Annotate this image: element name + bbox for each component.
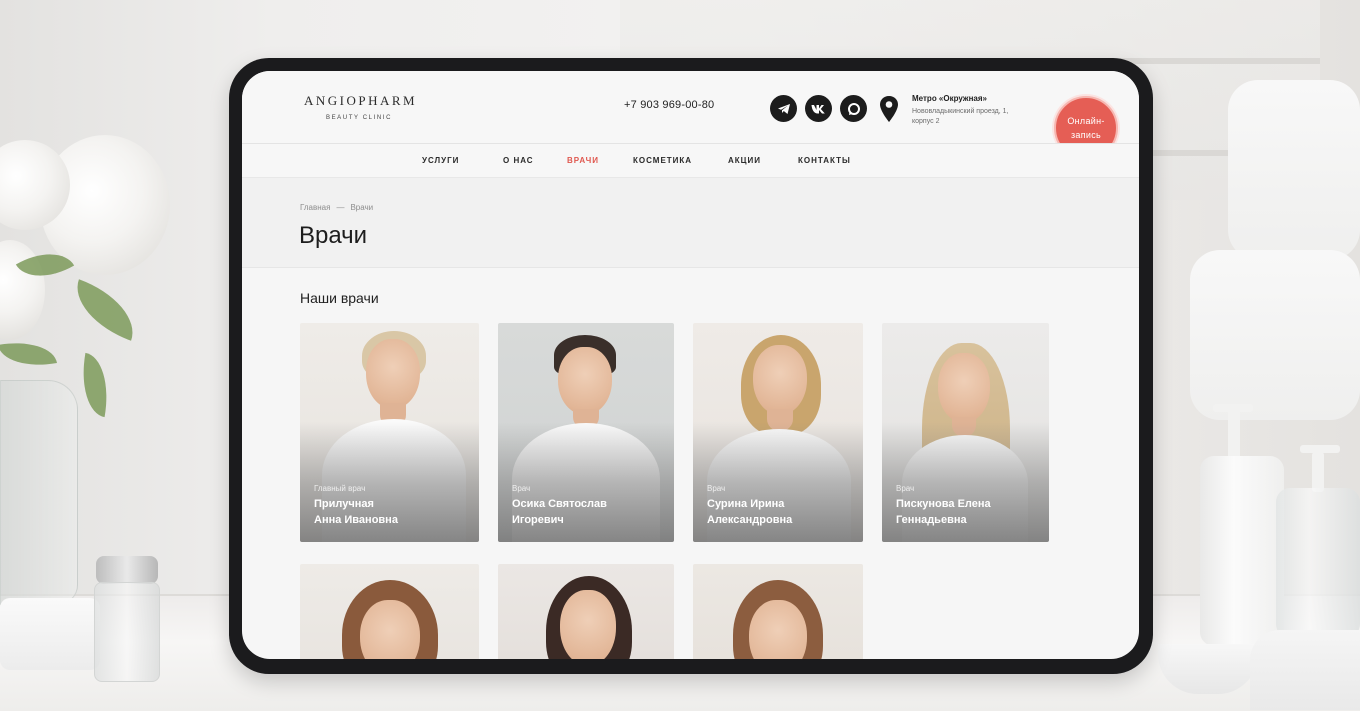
doctor-name-line: Прилучная xyxy=(314,498,374,510)
doctor-card[interactable] xyxy=(693,564,863,659)
section-title: Наши врачи xyxy=(300,290,379,306)
doctor-photo xyxy=(498,564,674,659)
main-nav: УСЛУГИ О НАС ВРАЧИ КОСМЕТИКА АКЦИИ КОНТА… xyxy=(242,143,1139,178)
doctor-card[interactable]: Врач Сурина Ирина Александровна xyxy=(693,323,863,542)
doctor-card[interactable] xyxy=(300,564,479,659)
doctor-role: Врач xyxy=(707,484,726,493)
nav-item-doctors[interactable]: ВРАЧИ xyxy=(567,156,599,165)
breadcrumb-separator: — xyxy=(336,203,345,212)
doctor-name-line: Геннадьевна xyxy=(896,514,967,526)
doctor-name: Осика Святослав Игоревич xyxy=(512,496,662,528)
doctor-role: Врач xyxy=(896,484,915,493)
online-booking-label: Онлайн- xyxy=(1067,116,1105,126)
nav-item-contacts[interactable]: КОНТАКТЫ xyxy=(798,156,851,165)
jar-cap xyxy=(96,556,158,584)
glass-pump-bottle xyxy=(1276,488,1360,638)
address-street: Нововладыкинский проезд, 1, корпус 2 xyxy=(912,107,1032,127)
doctor-card[interactable]: Врач Осика Святослав Игоревич xyxy=(498,323,674,542)
doctor-card[interactable]: Врач Пискунова Елена Геннадьевна xyxy=(882,323,1049,542)
pump-stem xyxy=(1228,410,1240,460)
phone-link[interactable]: +7 903 969-00-80 xyxy=(624,99,714,111)
address-line: Нововладыкинский проезд, 1, xyxy=(912,108,1009,115)
nav-item-promotions[interactable]: АКЦИИ xyxy=(728,156,761,165)
doctor-name: Прилучная Анна Ивановна xyxy=(314,496,464,528)
location-pin-icon xyxy=(880,96,898,122)
page-header: Главная — Врачи Врачи xyxy=(242,178,1139,268)
doctor-name-line: Осика Святослав xyxy=(512,498,607,510)
towel xyxy=(1250,630,1360,710)
doctor-name-line: Пискунова Елена xyxy=(896,498,991,510)
pump-stem xyxy=(1312,452,1324,492)
glass-jar xyxy=(94,582,160,682)
doctor-role: Главный врач xyxy=(314,484,366,493)
doctor-name-line: Александровна xyxy=(707,514,793,526)
doctor-name: Сурина Ирина Александровна xyxy=(707,496,857,528)
doctor-card[interactable]: Главный врач Прилучная Анна Ивановна xyxy=(300,323,479,542)
background-chair xyxy=(1228,80,1360,260)
logo-subtitle: BEAUTY CLINIC xyxy=(325,115,393,121)
breadcrumb-current: Врачи xyxy=(350,203,374,212)
social-links xyxy=(770,95,867,122)
doctor-name-line: Игоревич xyxy=(512,514,564,526)
telegram-icon[interactable] xyxy=(770,95,797,122)
nav-item-about[interactable]: О НАС xyxy=(503,156,534,165)
breadcrumb: Главная — Врачи xyxy=(300,203,373,212)
doctor-name-line: Сурина Ирина xyxy=(707,498,785,510)
vk-icon[interactable] xyxy=(805,95,832,122)
doctor-card[interactable] xyxy=(498,564,674,659)
page-title: Врачи xyxy=(299,222,368,249)
glass-vase xyxy=(0,380,78,605)
address-metro: Метро «Окружная» xyxy=(912,94,987,103)
background-chair xyxy=(1190,250,1360,420)
doctor-name-line: Анна Ивановна xyxy=(314,514,398,526)
doctor-name: Пискунова Елена Геннадьевна xyxy=(896,496,1046,528)
site-logo[interactable]: ANGIOPHARM BEAUTY CLINIC xyxy=(304,93,418,121)
doctor-role: Врач xyxy=(512,484,531,493)
doctor-photo xyxy=(693,564,863,659)
clinic-address: Метро «Окружная» Нововладыкинский проезд… xyxy=(912,94,1032,127)
tablet-screen: ANGIOPHARM BEAUTY CLINIC +7 903 969-00-8… xyxy=(242,71,1139,659)
site-header: ANGIOPHARM BEAUTY CLINIC +7 903 969-00-8… xyxy=(242,71,1139,160)
breadcrumb-home[interactable]: Главная xyxy=(300,203,330,212)
online-booking-label: запись xyxy=(1070,130,1101,140)
max-chat-icon[interactable] xyxy=(840,95,867,122)
address-line: корпус 2 xyxy=(912,118,940,125)
cream-jar xyxy=(0,598,100,670)
logo-wordmark: ANGIOPHARM xyxy=(304,93,418,108)
nav-item-cosmetics[interactable]: КОСМЕТИКА xyxy=(633,156,692,165)
doctor-photo xyxy=(300,564,479,659)
nav-item-services[interactable]: УСЛУГИ xyxy=(422,156,459,165)
pump-bottle xyxy=(1200,456,1284,646)
